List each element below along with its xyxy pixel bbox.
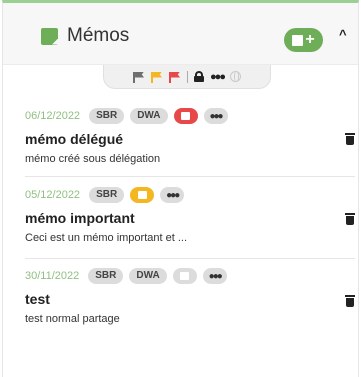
- chevron-up-icon[interactable]: ^: [339, 27, 347, 42]
- add-memo-button[interactable]: +: [284, 28, 323, 52]
- yellow-flag-icon[interactable]: [151, 71, 163, 83]
- red-flag-icon[interactable]: [169, 71, 181, 83]
- memo-description: Ceci est un mémo important et ...: [25, 232, 188, 244]
- memo-item[interactable]: 06/12/2022 SBR DWA ●●● mémo délégué mémo…: [25, 107, 345, 165]
- lock-icon[interactable]: [194, 71, 205, 82]
- priority-none-flag-icon: [172, 268, 197, 284]
- filter-bar: ●●●: [103, 65, 271, 89]
- panel-header: Mémos + ^: [3, 3, 358, 65]
- memo-tag: SBR: [88, 268, 124, 284]
- memo-divider: [25, 176, 355, 177]
- memos-panel: Mémos + ^ ●●● 06/12/2022 SBR DWA ●●● mém…: [2, 0, 359, 377]
- memo-item[interactable]: 05/12/2022 SBR ●●● mémo important Ceci e…: [25, 186, 345, 244]
- memo-tag: DWA: [130, 108, 168, 124]
- globe-icon[interactable]: [229, 71, 241, 82]
- memo-description: mémo créé sous délégation: [25, 153, 161, 165]
- memo-divider: [25, 258, 355, 259]
- memo-tag: SBR: [89, 108, 125, 124]
- memo-description: test normal partage: [25, 313, 120, 325]
- memo-title: test: [25, 291, 50, 307]
- filter-divider: [187, 70, 189, 83]
- panel-title-wrap: Mémos: [41, 25, 129, 47]
- memo-title: mémo important: [25, 210, 135, 226]
- memo-tag: DWA: [129, 268, 167, 284]
- priority-yellow-flag-icon: [130, 187, 155, 203]
- memo-tag: SBR: [89, 187, 125, 203]
- trash-icon[interactable]: [345, 295, 355, 307]
- priority-red-flag-icon: [173, 108, 198, 124]
- memo-item[interactable]: 30/11/2022 SBR DWA ●●● test test normal …: [25, 267, 345, 325]
- memo-date: 30/11/2022: [25, 270, 80, 282]
- plus-icon: +: [305, 31, 315, 48]
- trash-icon[interactable]: [345, 213, 355, 225]
- add-memo-icon: [292, 34, 304, 46]
- trash-icon[interactable]: [345, 133, 355, 145]
- memo-date: 06/12/2022: [25, 110, 81, 122]
- people-icon[interactable]: ●●●: [210, 71, 226, 83]
- memo-icon: [41, 27, 58, 45]
- shared-people-icon: ●●●: [160, 187, 185, 203]
- grey-flag-icon[interactable]: [133, 71, 145, 83]
- memo-meta: 05/12/2022 SBR ●●●: [25, 186, 345, 204]
- shared-people-icon: ●●●: [202, 268, 227, 284]
- memo-meta: 06/12/2022 SBR DWA ●●●: [25, 107, 345, 125]
- panel-title: Mémos: [67, 25, 130, 46]
- memo-date: 05/12/2022: [25, 189, 81, 201]
- shared-people-icon: ●●●: [203, 108, 228, 124]
- memo-meta: 30/11/2022 SBR DWA ●●●: [25, 267, 345, 285]
- memo-title: mémo délégué: [25, 131, 124, 147]
